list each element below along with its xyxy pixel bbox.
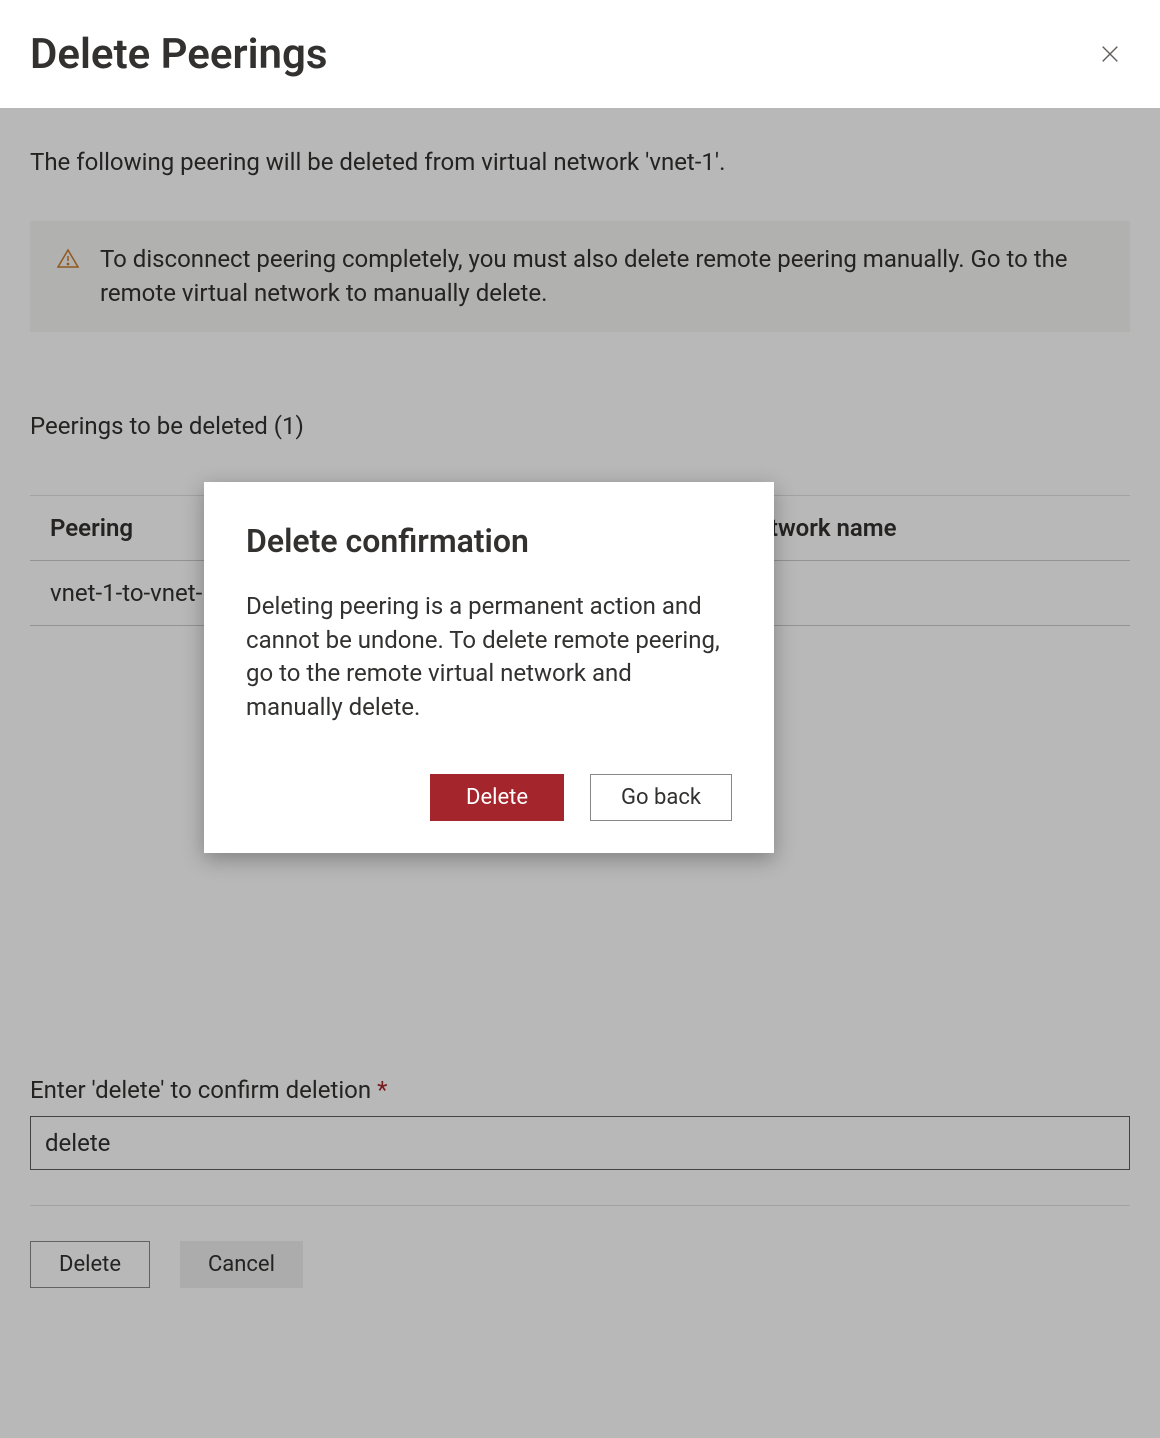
warning-triangle-icon [56, 247, 80, 271]
required-marker: * [377, 1076, 387, 1104]
dialog-actions: Delete Go back [246, 774, 732, 821]
close-icon [1099, 43, 1121, 65]
warning-banner: To disconnect peering completely, you mu… [30, 221, 1130, 332]
delete-confirmation-dialog: Delete confirmation Deleting peering is … [204, 482, 774, 853]
panel-header: Delete Peerings [0, 0, 1160, 108]
page-title: Delete Peerings [30, 30, 327, 79]
confirm-label: Enter 'delete' to confirm deletion * [30, 1076, 1130, 1104]
footer-actions: Delete Cancel [30, 1205, 1130, 1288]
confirm-label-text: Enter 'delete' to confirm deletion [30, 1076, 377, 1104]
intro-text: The following peering will be deleted fr… [30, 148, 1130, 176]
close-button[interactable] [1090, 34, 1130, 74]
cancel-button[interactable]: Cancel [180, 1241, 303, 1288]
dialog-goback-button[interactable]: Go back [590, 774, 732, 821]
confirm-block: Enter 'delete' to confirm deletion * Del… [30, 1076, 1130, 1288]
peerings-list-label: Peerings to be deleted (1) [30, 412, 1130, 440]
warning-text: To disconnect peering completely, you mu… [100, 243, 1104, 310]
delete-button[interactable]: Delete [30, 1241, 150, 1288]
dialog-delete-button[interactable]: Delete [430, 774, 564, 821]
dialog-title: Delete confirmation [246, 522, 732, 560]
confirm-delete-input[interactable] [30, 1116, 1130, 1170]
dialog-body-text: Deleting peering is a permanent action a… [246, 590, 732, 724]
